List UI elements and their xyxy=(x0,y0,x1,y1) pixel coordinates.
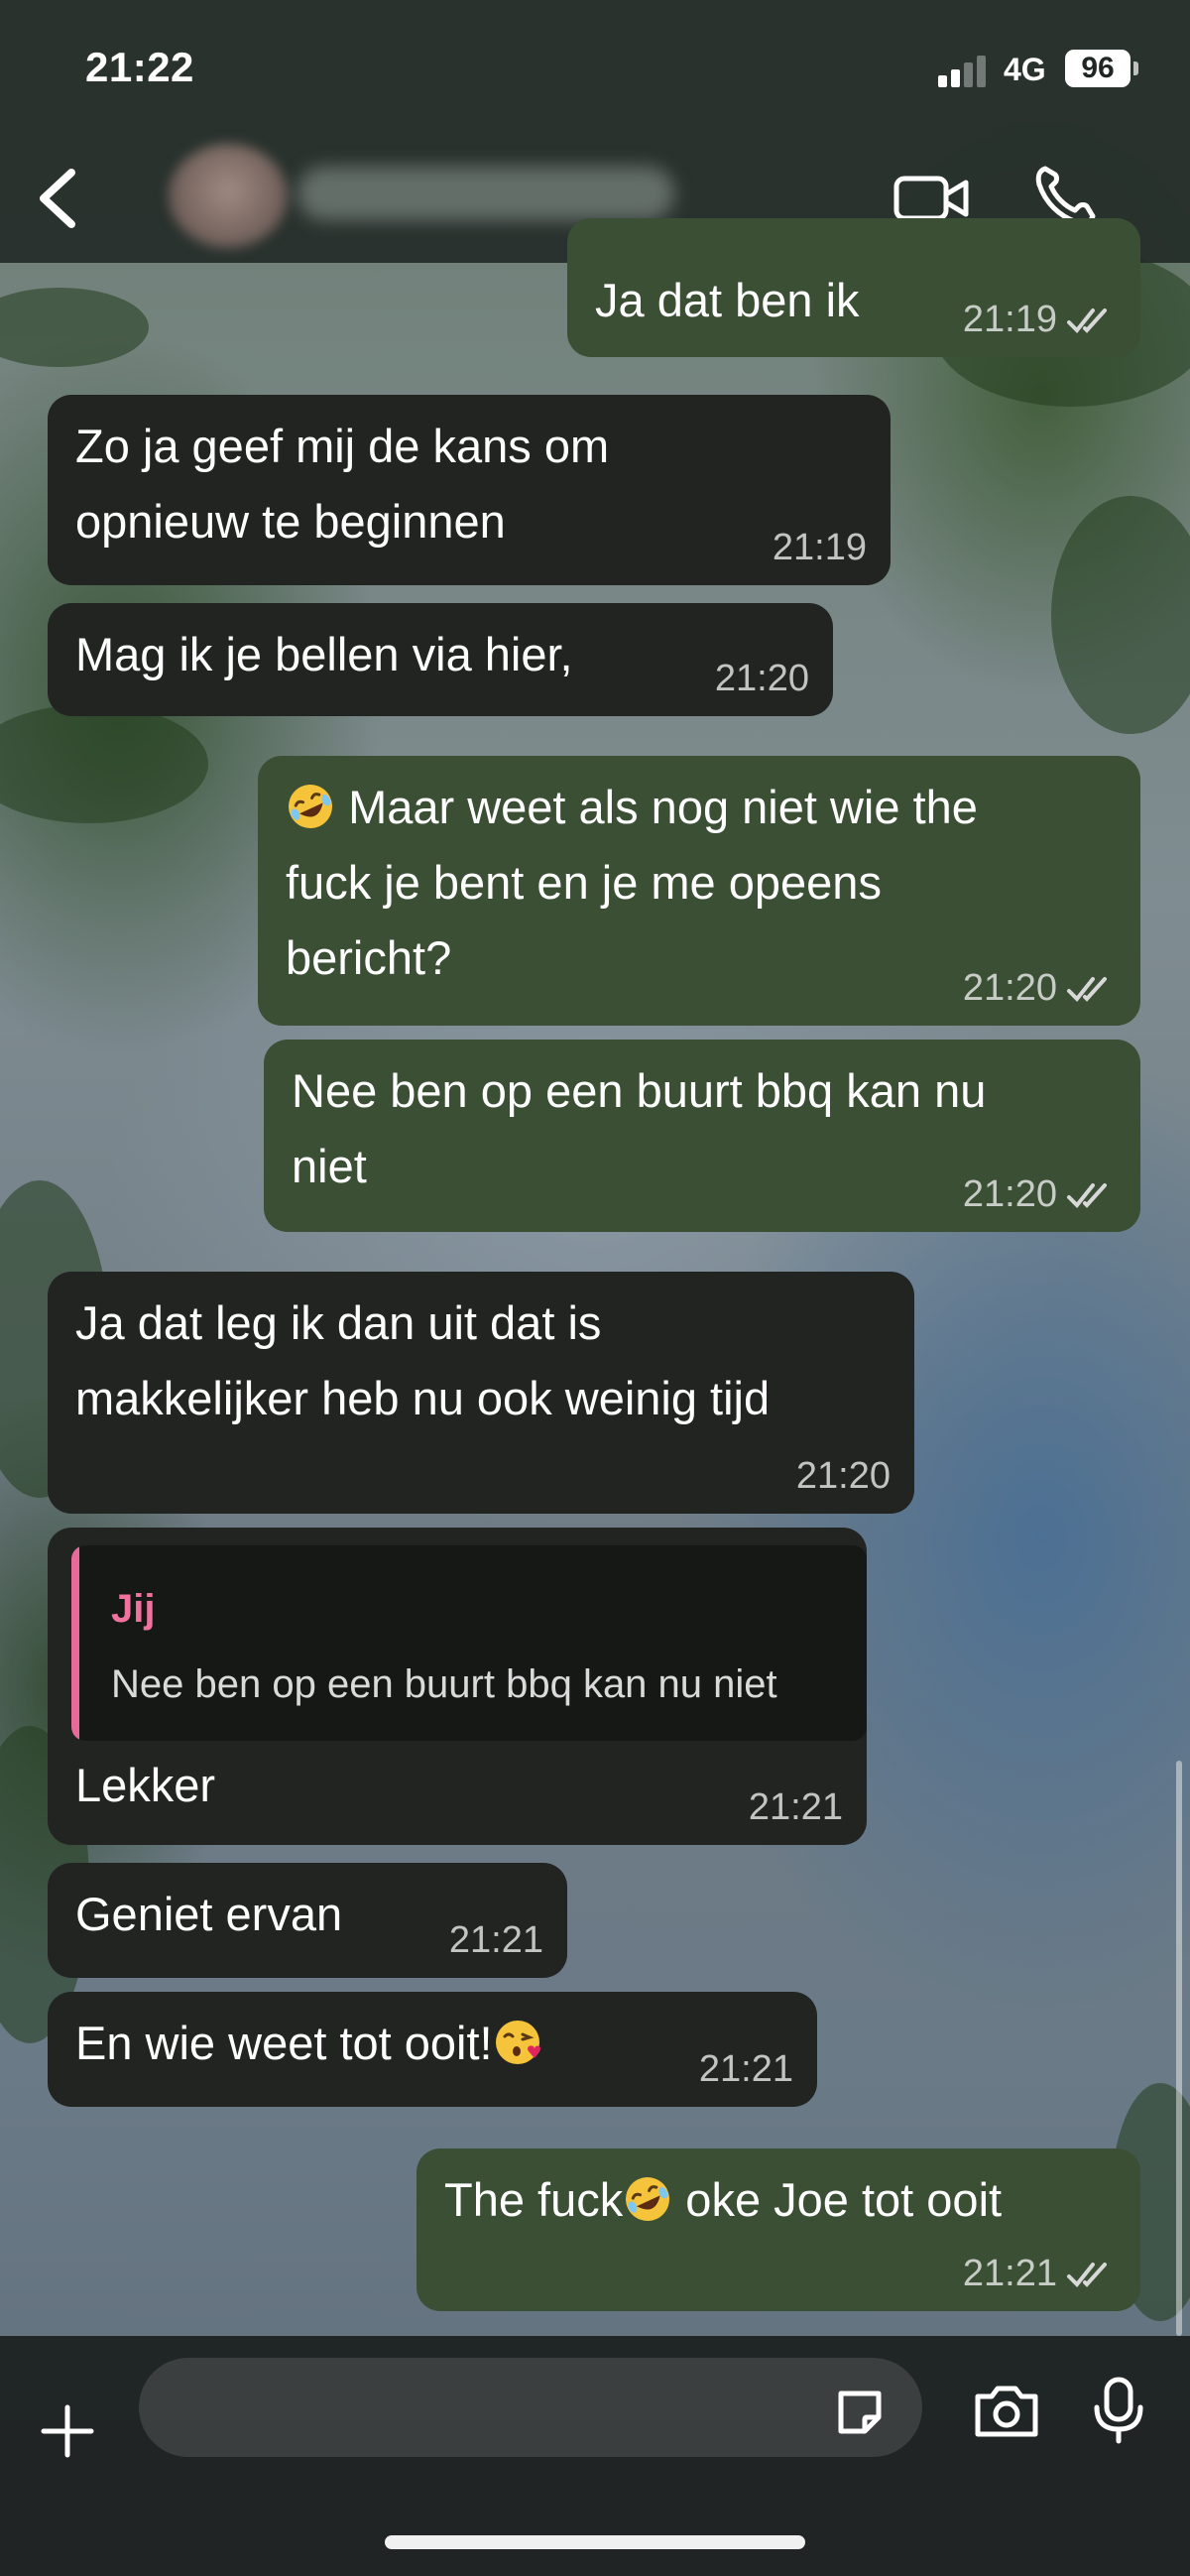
read-receipt-icon xyxy=(1067,2262,1107,2287)
reply-quote[interactable]: Jij Nee ben op een buurt bbq kan nu niet xyxy=(71,1545,867,1741)
message-bubble[interactable]: The fuck oke Joe tot ooit 21:21 xyxy=(416,2148,1140,2311)
message-time: 21:20 xyxy=(795,1455,891,1497)
message-text: Zo ja geef mij de kans om xyxy=(75,420,610,472)
message-meta: 21:20 xyxy=(963,1173,1117,1216)
message-time: 21:20 xyxy=(962,967,1057,1009)
message-meta: 21:20 xyxy=(715,658,809,700)
read-receipt-icon xyxy=(1067,976,1107,1002)
contact-name[interactable] xyxy=(298,167,674,220)
message-line: Maar weet als nog niet wie the xyxy=(286,770,1113,845)
reply-text: Nee ben op een buurt bbq kan nu niet xyxy=(111,1662,777,1706)
message-meta: 21:19 xyxy=(773,527,867,569)
read-receipt-icon xyxy=(1067,307,1107,333)
face-blowing-a-kiss-icon xyxy=(495,2021,540,2064)
message-bubble[interactable]: Zo ja geef mij de kans om opnieuw te beg… xyxy=(48,395,891,585)
read-receipt-icon xyxy=(1067,1182,1107,1208)
message-text: Mag ik je bellen via hier, xyxy=(75,628,573,680)
message-time: 21:19 xyxy=(962,299,1057,340)
message-bubble[interactable]: Jij Nee ben op een buurt bbq kan nu niet… xyxy=(48,1528,867,1845)
sticker-icon[interactable] xyxy=(833,2386,887,2439)
reply-accent-bar xyxy=(71,1545,79,1741)
rolling-on-floor-laughing-icon xyxy=(626,2177,670,2221)
message-text: The fuck xyxy=(444,2173,624,2226)
message-time: 21:21 xyxy=(962,2253,1057,2294)
message-time: 21:21 xyxy=(448,1919,543,1961)
message-bubble[interactable]: Mag ik je bellen via hier, 21:20 xyxy=(48,603,833,716)
message-time: 21:21 xyxy=(698,2048,793,2090)
plus-icon[interactable] xyxy=(38,2401,97,2461)
scrollbar-thumb[interactable] xyxy=(1176,1761,1182,2336)
message-meta: 21:21 xyxy=(449,1919,543,1962)
message-text: Maar weet als nog niet wie the xyxy=(348,781,978,833)
message-time: 21:21 xyxy=(748,1786,843,1828)
battery-icon: 96 xyxy=(1065,50,1130,87)
message-meta: 21:21 xyxy=(749,1786,843,1829)
message-input[interactable] xyxy=(139,2358,922,2457)
message-bubble[interactable]: Ja dat leg ik dan uit dat is makkelijker… xyxy=(48,1272,914,1514)
message-bubble[interactable]: Ja dat ben ik 21:19 xyxy=(567,218,1140,357)
message-text: fuck je bent en je me opeens xyxy=(286,856,882,909)
message-bubble[interactable]: Geniet ervan 21:21 xyxy=(48,1863,567,1978)
chevron-left-icon[interactable] xyxy=(30,159,89,238)
avatar[interactable] xyxy=(169,144,288,248)
home-indicator[interactable] xyxy=(385,2535,805,2549)
message-text: Lekker xyxy=(75,1759,216,1811)
network-type: 4G xyxy=(1004,52,1046,87)
message-text: Nee ben op een buurt bbq kan nu xyxy=(292,1064,987,1117)
message-time: 21:19 xyxy=(772,527,867,568)
message-text: En wie weet tot ooit! xyxy=(75,2017,493,2069)
message-meta: 21:19 xyxy=(963,299,1117,341)
message-meta: 21:20 xyxy=(963,967,1117,1010)
message-line: The fuck oke Joe tot ooit xyxy=(444,2162,1113,2238)
message-meta: 21:21 xyxy=(699,2048,793,2091)
message-meta: 21:20 xyxy=(796,1455,891,1498)
message-bubble[interactable]: Maar weet als nog niet wie the fuck je b… xyxy=(258,756,1140,1026)
message-meta: 21:21 xyxy=(963,2253,1117,2295)
message-bubble[interactable]: En wie weet tot ooit! 21:21 xyxy=(48,1992,817,2107)
message-time: 21:20 xyxy=(714,658,809,699)
message-text: oke Joe tot ooit xyxy=(672,2173,1003,2226)
message-line: En wie weet tot ooit! xyxy=(75,2006,789,2081)
message-bubble[interactable]: Nee ben op een buurt bbq kan nu niet 21:… xyxy=(264,1040,1140,1232)
signal-icon xyxy=(938,56,988,87)
message-text: makkelijker heb nu ook weinig tijd xyxy=(75,1372,771,1424)
rolling-on-floor-laughing-icon xyxy=(289,785,332,828)
message-text: opnieuw te beginnen xyxy=(75,495,506,548)
camera-icon[interactable] xyxy=(972,2381,1041,2440)
microphone-icon[interactable] xyxy=(1091,2376,1146,2445)
reply-author: Jij xyxy=(111,1587,156,1631)
message-text: Ja dat leg ik dan uit dat is xyxy=(75,1296,602,1349)
battery-nub xyxy=(1133,61,1138,75)
status-time: 21:22 xyxy=(85,44,194,90)
message-time: 21:20 xyxy=(962,1173,1057,1215)
